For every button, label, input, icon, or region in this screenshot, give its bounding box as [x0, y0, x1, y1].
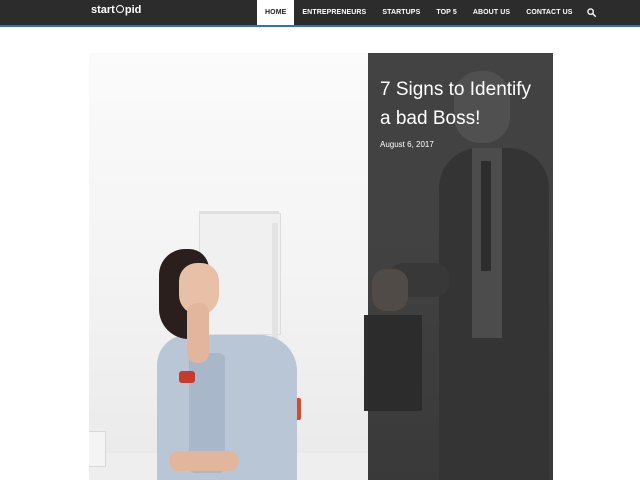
main-nav: HOME ENTREPRENEURS STARTUPS TOP 5 ABOUT …	[257, 0, 603, 25]
nav-item-top-5[interactable]: TOP 5	[428, 0, 464, 25]
woman-hand	[187, 303, 209, 363]
wristwatch	[179, 371, 195, 383]
nav-item-about-us[interactable]: ABOUT US	[465, 0, 518, 25]
featured-article-title[interactable]: 7 Signs to Identify a bad Boss!	[380, 75, 545, 133]
woman-arm	[169, 451, 239, 471]
logo-text-start: start	[91, 4, 115, 16]
coffee-mug	[89, 431, 106, 467]
top-navigation-bar: start pid HOME ENTREPRENEURS STARTUPS TO…	[0, 0, 640, 27]
nav-item-home[interactable]: HOME	[257, 0, 295, 25]
logo-cursor-icon	[115, 5, 124, 13]
nav-item-contact-us[interactable]: CONTACT US	[518, 0, 580, 25]
search-icon[interactable]	[581, 0, 603, 25]
logo-text-end: pid	[124, 4, 142, 16]
featured-article-date: August 6, 2017	[380, 140, 434, 149]
nav-item-startups[interactable]: STARTUPS	[374, 0, 428, 25]
site-logo[interactable]: start pid	[91, 0, 141, 20]
nav-item-entrepreneurs[interactable]: ENTREPRENEURS	[294, 0, 374, 25]
featured-hero[interactable]: 7 Signs to Identify a bad Boss! August 6…	[89, 53, 553, 480]
